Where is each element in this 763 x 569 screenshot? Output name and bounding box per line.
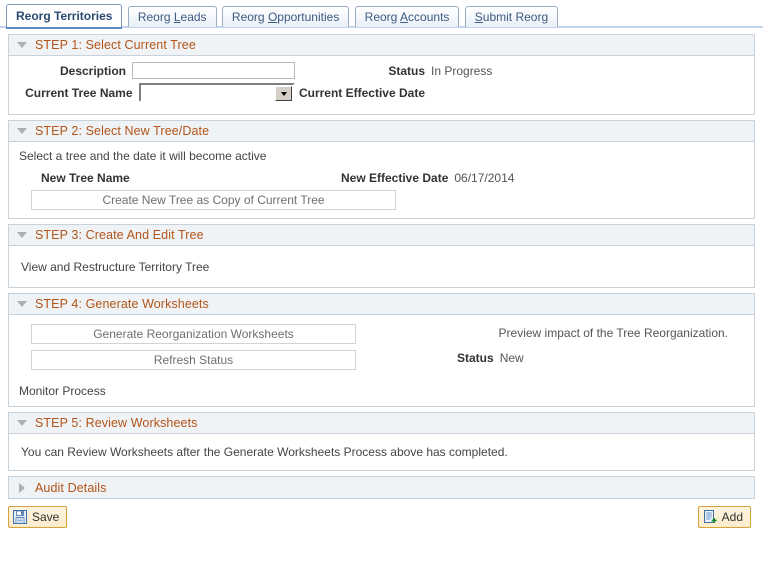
section-step-2: STEP 2: Select New Tree/Date Select a tr… [8, 120, 755, 219]
save-button-label: Save [32, 510, 60, 524]
section-step-5-header[interactable]: STEP 5: Review Worksheets [9, 413, 754, 434]
tab-reorg-accounts[interactable]: Reorg Accounts [354, 6, 460, 27]
section-step-5-title: STEP 5: Review Worksheets [35, 416, 198, 430]
tab-reorg-opportunities[interactable]: Reorg Opportunities [221, 6, 350, 27]
tab-bar: Reorg Territories Reorg Leads Reorg Oppo… [0, 0, 763, 29]
section-step-2-header[interactable]: STEP 2: Select New Tree/Date [9, 121, 754, 142]
description-input[interactable] [132, 62, 295, 79]
save-button[interactable]: Save [8, 506, 68, 528]
tab-label: Reorg Leads [137, 10, 207, 24]
status-label: Status [388, 63, 425, 78]
status-value: In Progress [431, 63, 493, 78]
new-tree-name-label: New Tree Name [41, 171, 130, 185]
tab-label: Reorg Territories [16, 9, 113, 23]
create-copy-button-wrap: Create New Tree as Copy of Current Tree [19, 190, 744, 210]
section-audit-details-header[interactable]: Audit Details [9, 477, 754, 498]
section-step-4-header[interactable]: STEP 4: Generate Worksheets [9, 294, 754, 315]
new-effective-date-value: 06/17/2014 [454, 171, 515, 185]
preview-impact-text: Preview impact of the Tree Reorganizatio… [498, 326, 728, 340]
section-step-3-header[interactable]: STEP 3: Create And Edit Tree [9, 225, 754, 246]
add-button[interactable]: Add [697, 506, 751, 528]
chevron-down-icon[interactable] [17, 232, 27, 238]
section-step-1: STEP 1: Select Current Tree Description … [8, 34, 755, 115]
section-step-1-title: STEP 1: Select Current Tree [35, 38, 196, 52]
section-step-1-header[interactable]: STEP 1: Select Current Tree [9, 35, 754, 56]
current-tree-field-group: Current Tree Name [19, 83, 295, 102]
chevron-down-icon[interactable] [17, 301, 27, 307]
description-row: Description Status In Progress [19, 62, 744, 79]
current-tree-name-label: Current Tree Name [25, 85, 133, 100]
current-tree-name-select[interactable] [138, 83, 295, 102]
section-step-3: STEP 3: Create And Edit Tree View and Re… [8, 224, 755, 288]
add-button-label: Add [721, 510, 743, 524]
section-step-2-title: STEP 2: Select New Tree/Date [35, 124, 210, 138]
section-step-4: STEP 4: Generate Worksheets Generate Reo… [8, 293, 755, 407]
step-4-info: Preview impact of the Tree Reorganizatio… [359, 324, 744, 376]
save-disk-icon [13, 510, 27, 524]
section-step-3-title: STEP 3: Create And Edit Tree [35, 228, 204, 242]
chevron-down-icon[interactable] [17, 128, 27, 134]
section-audit-details-title: Audit Details [35, 480, 107, 495]
footer-toolbar: Save Add [0, 506, 763, 536]
current-effective-date-group: Current Effective Date [295, 86, 431, 100]
step-2-instruction: Select a tree and the date it will becom… [19, 149, 267, 163]
chevron-down-icon[interactable] [17, 420, 27, 426]
tab-label: Reorg Accounts [364, 10, 450, 24]
tab-reorg-leads[interactable]: Reorg Leads [127, 6, 217, 27]
step-4-status-row: Status New [359, 351, 744, 365]
refresh-status-button[interactable]: Refresh Status [31, 350, 356, 370]
chevron-right-icon[interactable] [19, 482, 25, 493]
page-content: STEP 1: Select Current Tree Description … [0, 28, 763, 499]
section-step-1-body: Description Status In Progress Current T… [9, 56, 754, 114]
generate-worksheets-button[interactable]: Generate Reorganization Worksheets [31, 324, 356, 344]
tab-label: Reorg Opportunities [231, 10, 340, 24]
section-step-2-body: Select a tree and the date it will becom… [9, 142, 754, 218]
create-new-tree-copy-button[interactable]: Create New Tree as Copy of Current Tree [31, 190, 396, 210]
step-4-actions: Generate Reorganization Worksheets Refre… [19, 324, 359, 376]
tab-reorg-territories[interactable]: Reorg Territories [6, 4, 123, 29]
current-tree-row: Current Tree Name Current Effective Date [19, 83, 744, 102]
chevron-down-icon[interactable] [17, 42, 27, 48]
current-effective-date-label: Current Effective Date [298, 85, 425, 100]
step-4-status-value: New [499, 351, 524, 365]
section-step-4-title: STEP 4: Generate Worksheets [35, 297, 209, 311]
status-group: Status In Progress [295, 64, 492, 78]
view-restructure-tree-link[interactable]: View and Restructure Territory Tree [21, 260, 209, 274]
section-step-4-body: Generate Reorganization Worksheets Refre… [9, 315, 754, 406]
step-2-field-headers: New Tree Name New Effective Date 06/17/2… [19, 171, 744, 185]
step-5-text: You can Review Worksheets after the Gene… [21, 445, 508, 459]
tab-label: Submit Reorg [474, 10, 549, 24]
section-step-5: STEP 5: Review Worksheets You can Review… [8, 412, 755, 471]
new-effective-date-label: New Effective Date [341, 171, 449, 185]
monitor-process-link[interactable]: Monitor Process [19, 384, 106, 398]
step-4-columns: Generate Reorganization Worksheets Refre… [19, 324, 744, 376]
step-4-status-label: Status [457, 351, 494, 365]
monitor-process-wrap: Monitor Process [19, 384, 744, 398]
section-step-5-body: You can Review Worksheets after the Gene… [9, 434, 754, 470]
tab-submit-reorg[interactable]: Submit Reorg [464, 6, 559, 27]
add-document-icon [703, 510, 717, 524]
description-field-group: Description [19, 62, 295, 79]
section-audit-details: Audit Details [8, 476, 755, 499]
section-step-3-body: View and Restructure Territory Tree [9, 246, 754, 287]
chevron-down-icon[interactable] [275, 86, 292, 101]
description-label: Description [59, 63, 126, 78]
